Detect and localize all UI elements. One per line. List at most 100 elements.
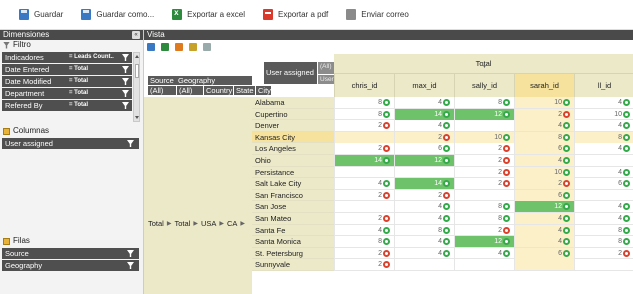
row-header-city[interactable]: Cupertino [252, 108, 334, 121]
table-cell[interactable]: 4 [454, 247, 514, 259]
save-button[interactable]: Guardar [10, 0, 72, 30]
table-cell[interactable]: 2 [334, 143, 394, 155]
filter-item[interactable]: Date Entered = Total [2, 64, 132, 75]
table-cell[interactable]: 4 [394, 201, 454, 213]
funnel-icon[interactable] [127, 250, 134, 257]
row-header-city[interactable]: San Mateo [252, 212, 334, 225]
table-cell[interactable] [334, 131, 394, 143]
row-item-source[interactable]: Source [2, 248, 139, 259]
table-cell[interactable]: 10 [454, 131, 514, 143]
table-cell[interactable]: 8 [394, 224, 454, 236]
table-cell[interactable]: 4 [574, 201, 633, 213]
send-mail-button[interactable]: Enviar correo [337, 0, 418, 30]
collapse-panel-button[interactable]: « [132, 31, 140, 39]
row-header-city[interactable]: San Jose [252, 201, 334, 213]
funnel-icon[interactable] [122, 90, 129, 97]
bar-chart-icon[interactable] [189, 43, 197, 51]
table-cell[interactable]: 4 [574, 212, 633, 224]
table-cell[interactable] [454, 120, 514, 132]
table-cell[interactable]: 4 [514, 224, 574, 236]
table-cell[interactable]: 4 [334, 224, 394, 236]
table-cell[interactable]: 2 [394, 189, 454, 201]
row-header-city[interactable]: Kansas City [252, 131, 334, 144]
filter-item[interactable]: Refered By = Total [2, 100, 132, 111]
table-cell[interactable]: 6 [394, 143, 454, 155]
table-cell[interactable]: 2 [334, 189, 394, 201]
state-field[interactable]: State [234, 86, 255, 95]
funnel-icon[interactable] [127, 262, 134, 269]
row-header-city[interactable]: Santa Monica [252, 236, 334, 248]
table-cell[interactable]: 2 [514, 178, 574, 190]
row-header-city[interactable]: Santa Fe [252, 224, 334, 237]
table-cell[interactable] [334, 201, 394, 213]
filter-item[interactable]: Indicadores = Leads Count.. [2, 52, 132, 63]
hierarchy-country[interactable]: USA [201, 219, 216, 228]
filter-item[interactable]: Department = Total [2, 88, 132, 99]
table-cell[interactable]: 4 [394, 212, 454, 224]
column-header-max_id[interactable]: max_id [394, 74, 454, 97]
table-cell[interactable]: 2 [574, 247, 633, 259]
table-cell[interactable]: 4 [394, 236, 454, 248]
table-cell[interactable]: 4 [394, 247, 454, 259]
table-cell[interactable]: 6 [514, 189, 574, 201]
table-cell[interactable]: 2 [454, 178, 514, 190]
row-header-city[interactable]: Ohio [252, 154, 334, 167]
table-cell[interactable] [574, 154, 633, 166]
row-header-city[interactable]: Alabama [252, 97, 334, 109]
table-cell[interactable]: 12 [394, 154, 454, 166]
table-cell[interactable]: 6 [514, 247, 574, 259]
hierarchy-geography[interactable]: Total [174, 219, 190, 228]
filter-scrollbar[interactable] [133, 52, 140, 122]
table-cell[interactable]: 6 [574, 178, 633, 190]
table-cell[interactable]: 8 [454, 201, 514, 213]
user-all-field[interactable]: (All) [318, 62, 334, 74]
column-header-sally_id[interactable]: sally_id [454, 74, 514, 97]
table-cell[interactable]: 2 [334, 247, 394, 259]
table-cell[interactable]: 4 [574, 143, 633, 155]
table-cell[interactable]: 2 [454, 143, 514, 155]
table-cell[interactable]: 8 [514, 131, 574, 143]
table-cell[interactable]: 2 [514, 108, 574, 120]
geography-all-field[interactable]: (All) [177, 86, 203, 95]
table-cell[interactable]: 8 [334, 97, 394, 108]
table-cell[interactable] [574, 189, 633, 201]
table-cell[interactable]: 4 [514, 212, 574, 224]
filter-item[interactable]: Date Modified = Total [2, 76, 132, 87]
table-cell[interactable]: 2 [454, 154, 514, 166]
table-cell[interactable]: 12 [454, 236, 514, 248]
row-item-geography[interactable]: Geography [2, 260, 139, 271]
table-cell[interactable]: 8 [334, 236, 394, 248]
hierarchy-state[interactable]: CA [227, 219, 237, 228]
chart-icon[interactable] [161, 43, 169, 51]
row-header-city[interactable]: Salt Lake City [252, 178, 334, 190]
scroll-thumb[interactable] [135, 64, 139, 78]
table-cell[interactable]: 14 [394, 108, 454, 120]
funnel-icon[interactable] [122, 66, 129, 73]
table-cell[interactable]: 8 [334, 108, 394, 120]
table-cell[interactable]: 4 [514, 236, 574, 248]
grid-icon[interactable] [147, 43, 155, 51]
export-excel-button[interactable]: Exportar a excel [163, 0, 254, 30]
row-header-city[interactable]: Los Angeles [252, 143, 334, 155]
table-cell[interactable]: 4 [574, 97, 633, 108]
geography-field[interactable]: Geography [176, 76, 252, 85]
row-header-city[interactable]: San Francisco [252, 189, 334, 202]
column-item[interactable]: User assigned [2, 138, 139, 149]
table-cell[interactable]: 14 [394, 178, 454, 190]
table-cell[interactable]: 4 [514, 154, 574, 166]
row-header-city[interactable]: Denver [252, 120, 334, 132]
table-cell[interactable]: 4 [334, 178, 394, 190]
funnel-icon[interactable] [127, 140, 134, 147]
table-cell[interactable]: 4 [394, 97, 454, 108]
city-field[interactable]: City [256, 86, 271, 95]
source-all-field[interactable]: (All) [148, 86, 176, 95]
table-cell[interactable]: 8 [574, 131, 633, 143]
table-cell[interactable]: 2 [454, 224, 514, 236]
table-cell[interactable]: 2 [334, 120, 394, 132]
funnel-icon[interactable] [122, 102, 129, 109]
user-field[interactable]: User [318, 75, 334, 84]
export-pdf-button[interactable]: Exportar a pdf [254, 0, 337, 30]
row-header-city[interactable]: Sunnyvale [252, 259, 334, 271]
table-cell[interactable]: 8 [454, 97, 514, 108]
scroll-down-icon[interactable] [135, 116, 139, 119]
